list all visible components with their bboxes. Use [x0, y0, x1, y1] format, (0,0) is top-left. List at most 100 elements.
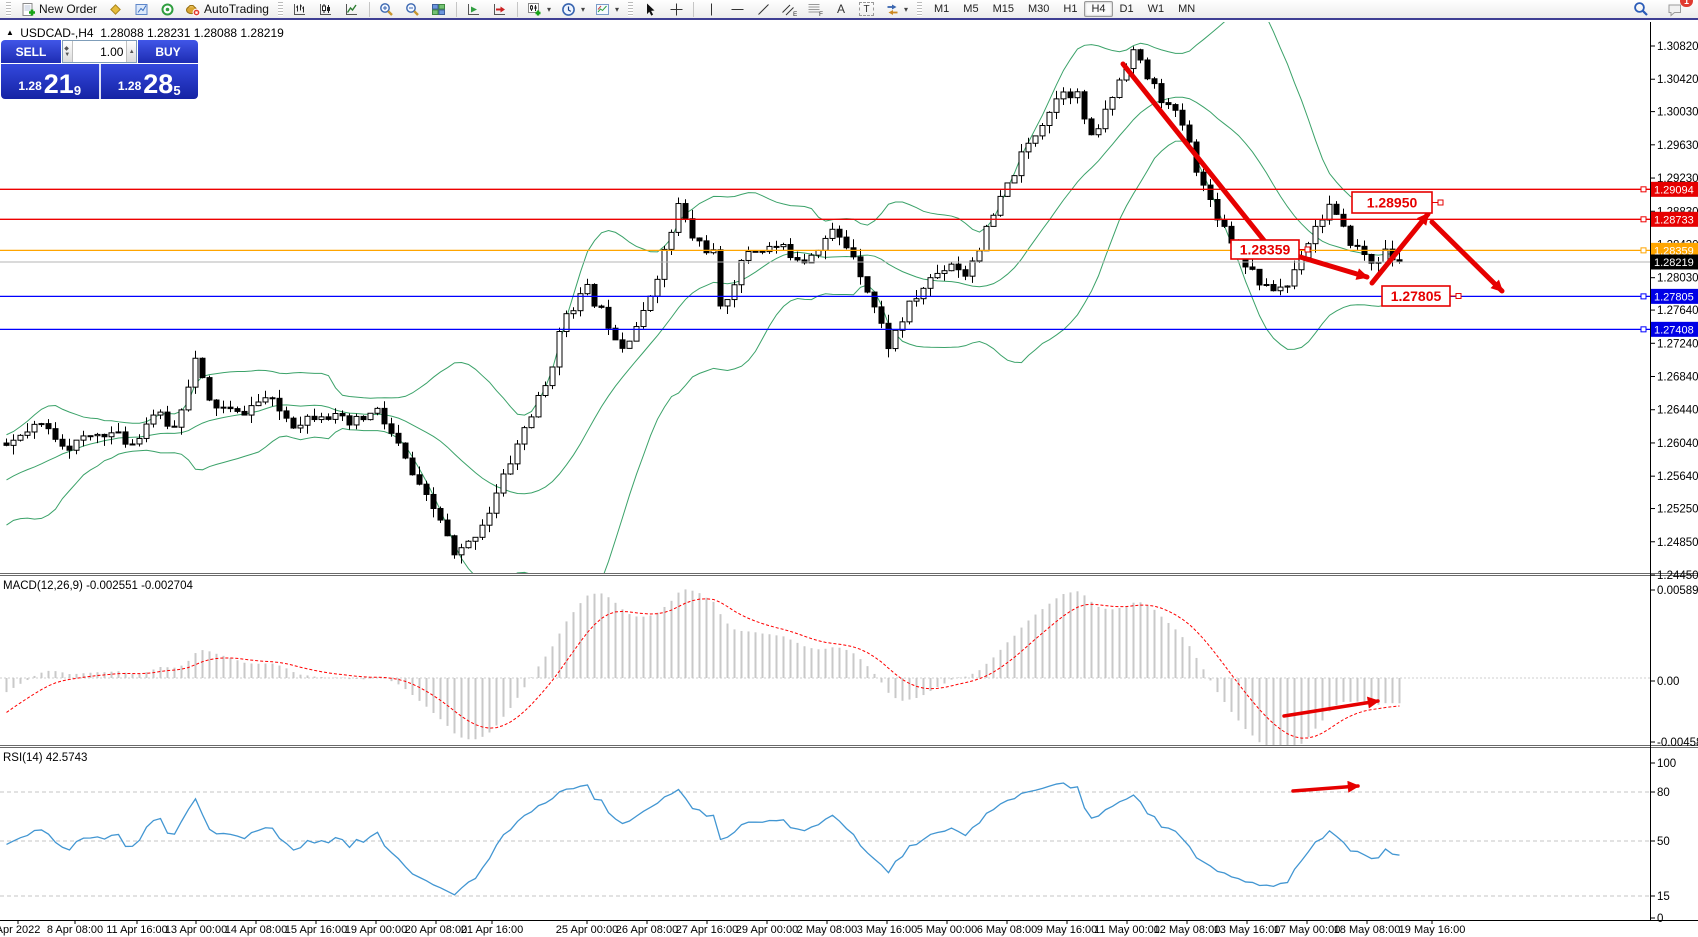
autotrading-button[interactable]: AutoTrading [181, 0, 273, 19]
sell-price[interactable]: 1.28219 [1, 64, 99, 99]
trendline-button[interactable] [751, 0, 775, 19]
cursor-button[interactable] [638, 0, 662, 19]
svg-text:1.28219: 1.28219 [1654, 257, 1694, 269]
horizontal-line-button[interactable] [725, 0, 749, 19]
volume-spinner-up[interactable]: ▲ [126, 41, 136, 62]
sell-button[interactable]: SELL [1, 40, 61, 63]
toolbar-separator [456, 2, 457, 17]
line-chart-icon [344, 2, 360, 17]
bar-chart-button[interactable] [288, 0, 312, 19]
volume-box: ◆▼ ▲ [62, 40, 137, 63]
buy-price-big: 28 [143, 72, 173, 96]
text-label-button[interactable]: T [855, 0, 878, 19]
candlestick-chart-button[interactable] [314, 0, 338, 19]
chart-canvas[interactable]: 1.308201.304201.300301.296301.292301.288… [0, 0, 1698, 937]
line-handle[interactable] [1641, 248, 1646, 253]
crosshair-button[interactable] [664, 0, 688, 19]
svg-text:1.26040: 1.26040 [1657, 438, 1698, 450]
toolbar-separator [369, 2, 370, 17]
auto-scroll-icon [466, 2, 482, 17]
equidistant-channel-icon: E [781, 2, 797, 17]
svg-text:1.28950: 1.28950 [1367, 195, 1418, 211]
svg-text:29 Apr 00:00: 29 Apr 00:00 [736, 924, 798, 936]
svg-text:1.28359: 1.28359 [1240, 242, 1291, 258]
volume-spinner-down[interactable]: ◆▼ [63, 41, 73, 62]
text-icon: A [833, 2, 849, 17]
line-handle[interactable] [1641, 217, 1646, 222]
toolbar-grip[interactable] [278, 2, 283, 16]
search-icon [1633, 2, 1649, 17]
toolbar-grip[interactable] [628, 2, 633, 16]
auto-scroll-button[interactable] [462, 0, 486, 19]
svg-text:0.00: 0.00 [1657, 676, 1679, 688]
svg-text:100: 100 [1657, 758, 1676, 770]
expert-advisors-button[interactable] [103, 0, 127, 19]
timeframe-M30[interactable]: M30 [1021, 1, 1056, 17]
fibonacci-button[interactable]: F [803, 0, 827, 19]
svg-text:11 Apr 16:00: 11 Apr 16:00 [106, 924, 168, 936]
crosshair-icon [668, 2, 684, 17]
svg-text:1.27408: 1.27408 [1654, 324, 1694, 336]
chart-window-button[interactable] [129, 0, 153, 19]
svg-text:25 Apr 00:00: 25 Apr 00:00 [556, 924, 618, 936]
timeframe-H1[interactable]: H1 [1056, 1, 1084, 17]
svg-text:1.30420: 1.30420 [1657, 74, 1698, 86]
text-label-icon: T [859, 2, 874, 16]
volume-input[interactable] [73, 41, 127, 62]
svg-text:8 Apr 08:00: 8 Apr 08:00 [47, 924, 103, 936]
signals-button[interactable] [155, 0, 179, 19]
text-button[interactable]: A [829, 0, 853, 19]
timeframe-M5[interactable]: M5 [956, 1, 985, 17]
timeframe-D1[interactable]: D1 [1113, 1, 1141, 17]
vertical-line-button[interactable] [699, 0, 723, 19]
svg-text:14 Apr 08:00: 14 Apr 08:00 [225, 924, 287, 936]
svg-text:1.27240: 1.27240 [1657, 338, 1698, 350]
notification-badge: 1 [1680, 0, 1693, 7]
timeframe-M1[interactable]: M1 [927, 1, 956, 17]
line-handle[interactable] [1641, 294, 1646, 299]
timeframe-H4[interactable]: H4 [1084, 1, 1112, 17]
bar-chart-icon [292, 2, 308, 17]
signals-icon [159, 2, 175, 17]
zoom-out-button[interactable] [401, 0, 425, 19]
templates-button[interactable]: ▾ [591, 0, 623, 19]
toolbar-grip[interactable] [917, 2, 922, 16]
periods-button[interactable]: ▾ [557, 0, 589, 19]
svg-text:6 May 08:00: 6 May 08:00 [977, 924, 1038, 936]
new-order-label: New Order [39, 2, 97, 16]
symbol-period: USDCAD-,H4 [20, 26, 93, 40]
svg-text:18 May 08:00: 18 May 08:00 [1334, 924, 1401, 936]
horizontal-line-icon [729, 2, 745, 17]
tile-windows-button[interactable] [427, 0, 451, 19]
zoom-in-button[interactable] [375, 0, 399, 19]
svg-text:1.24450: 1.24450 [1657, 570, 1698, 582]
line-handle[interactable] [1641, 187, 1646, 192]
chart-background[interactable] [0, 22, 1698, 937]
toolbar-separator [517, 2, 518, 17]
autotrading-label: AutoTrading [204, 2, 269, 16]
fibonacci-icon: F [807, 2, 823, 17]
svg-text:13 Apr 00:00: 13 Apr 00:00 [165, 924, 227, 936]
toolbar-grip[interactable] [6, 2, 11, 16]
equidistant-channel-button[interactable]: E [777, 0, 801, 19]
svg-text:0.005895: 0.005895 [1657, 585, 1698, 597]
arrows-button[interactable]: ▾ [880, 0, 912, 19]
line-chart-button[interactable] [340, 0, 364, 19]
chevron-down-icon: ▾ [547, 5, 551, 14]
candlestick-chart-icon [318, 2, 334, 17]
svg-text:1.26840: 1.26840 [1657, 372, 1698, 384]
svg-text:1.30820: 1.30820 [1657, 41, 1698, 53]
new-order-button[interactable]: New Order [16, 0, 101, 19]
notifications-button[interactable]: 1 [1663, 0, 1687, 19]
chart-shift-button[interactable] [488, 0, 512, 19]
svg-text:9 May 16:00: 9 May 16:00 [1037, 924, 1098, 936]
search-button[interactable] [1629, 0, 1653, 19]
toolbar: New Order AutoTrading [0, 0, 1698, 20]
timeframe-MN[interactable]: MN [1171, 1, 1202, 17]
line-handle[interactable] [1641, 327, 1646, 332]
timeframe-W1[interactable]: W1 [1141, 1, 1172, 17]
buy-button[interactable]: BUY [138, 40, 198, 63]
buy-price[interactable]: 1.28285 [101, 64, 199, 99]
new-chart-button[interactable]: ▾ [523, 0, 555, 19]
timeframe-M15[interactable]: M15 [986, 1, 1021, 17]
